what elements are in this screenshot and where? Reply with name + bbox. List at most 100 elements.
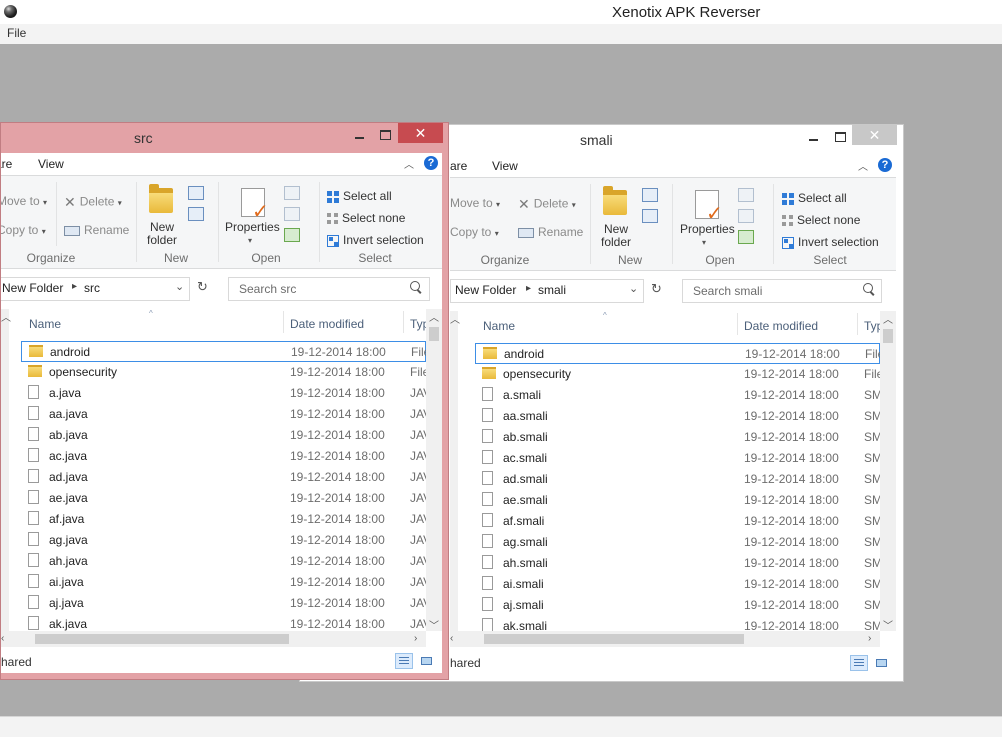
address-dropdown-icon[interactable]: ⌄ [175,280,184,293]
list-item[interactable]: android 19-12-2014 18:00 File [21,341,426,362]
list-item[interactable]: android 19-12-2014 18:00 File [475,343,880,364]
list-item[interactable]: aa.java 19-12-2014 18:00 JAV [21,404,426,425]
move-to-button[interactable]: Move to ▾ [1,194,47,208]
select-all-button[interactable]: Select all [782,191,847,205]
list-item[interactable]: aj.java 19-12-2014 18:00 JAV [21,593,426,614]
list-item[interactable]: ad.smali 19-12-2014 18:00 SM [475,469,880,490]
copy-to-button[interactable]: Copy to ▾ [450,225,499,239]
scroll-right-icon[interactable]: › [868,633,871,644]
breadcrumb-current[interactable]: smali [538,283,566,297]
large-icons-view-button[interactable] [417,653,435,669]
scroll-down-icon[interactable]: ﹀ [883,617,893,632]
invert-selection-button[interactable]: Invert selection [327,233,424,247]
column-separator[interactable] [283,311,284,333]
list-item[interactable]: ah.smali 19-12-2014 18:00 SM [475,553,880,574]
properties-dropdown-icon[interactable]: ▾ [702,238,706,247]
list-item[interactable]: ah.java 19-12-2014 18:00 JAV [21,551,426,572]
breadcrumb-current[interactable]: src [84,281,100,295]
list-item[interactable]: opensecurity 19-12-2014 18:00 File [475,364,880,385]
list-item[interactable]: ae.smali 19-12-2014 18:00 SM [475,490,880,511]
address-dropdown-icon[interactable]: ⌄ [629,282,638,295]
list-item[interactable]: af.java 19-12-2014 18:00 JAV [21,509,426,530]
easy-access-icon[interactable] [642,209,658,223]
menu-file[interactable]: File [7,26,26,40]
scroll-left-icon[interactable]: ‹ [1,633,4,644]
easy-access-icon[interactable] [188,207,204,221]
column-separator[interactable] [737,313,738,335]
column-header-name[interactable]: Name [483,319,515,333]
close-button[interactable]: ✕ [852,125,897,145]
list-item[interactable]: af.smali 19-12-2014 18:00 SM [475,511,880,532]
maximize-button[interactable] [372,125,398,145]
scroll-up-icon[interactable]: ︿ [429,309,439,324]
refresh-icon[interactable]: ↻ [197,279,208,295]
breadcrumb-arrow-icon[interactable]: ▸ [526,283,531,294]
list-item[interactable]: ai.smali 19-12-2014 18:00 SM [475,574,880,595]
close-button[interactable]: ✕ [398,123,443,143]
scroll-down-icon[interactable]: ﹀ [429,617,439,632]
list-item[interactable]: ac.java 19-12-2014 18:00 JAV [21,446,426,467]
minimize-button[interactable] [346,125,372,145]
rename-button[interactable]: Rename [518,225,583,239]
new-item-icon[interactable] [642,188,658,202]
tab-view[interactable]: View [492,159,518,173]
refresh-icon[interactable]: ↻ [651,281,662,297]
list-item[interactable]: opensecurity 19-12-2014 18:00 File [21,362,426,383]
maximize-button[interactable] [827,127,853,147]
scroll-left-icon[interactable]: ‹ [450,633,453,644]
address-bar[interactable]: New Folder ▸ src ⌄ [1,277,190,301]
list-item[interactable]: ae.java 19-12-2014 18:00 JAV [21,488,426,509]
edit-icon[interactable] [284,207,300,221]
details-view-button[interactable] [395,653,413,669]
column-header-date[interactable]: Date modified [744,319,818,333]
nav-scroll-up-icon[interactable]: ︿ [450,311,460,326]
delete-button[interactable]: ✕ Delete ▾ [518,196,576,213]
properties-button[interactable]: Properties [680,222,735,236]
delete-button[interactable]: ✕ Delete ▾ [64,194,122,211]
app-orb-icon[interactable] [4,5,17,18]
scroll-up-icon[interactable]: ︿ [883,311,893,326]
open-icon[interactable] [284,186,300,200]
scroll-right-icon[interactable]: › [414,633,417,644]
list-item[interactable]: ai.java 19-12-2014 18:00 JAV [21,572,426,593]
scrollbar-thumb[interactable] [429,327,439,341]
address-bar[interactable]: New Folder ▸ smali ⌄ [450,279,644,303]
history-icon[interactable] [738,230,754,244]
vertical-scrollbar[interactable]: ︿ ﹀ [880,311,896,632]
vertical-scrollbar[interactable]: ︿ ﹀ [426,309,442,632]
column-separator[interactable] [857,313,858,335]
rename-button[interactable]: Rename [64,223,129,237]
list-item[interactable]: ag.java 19-12-2014 18:00 JAV [21,530,426,551]
list-item[interactable]: a.smali 19-12-2014 18:00 SM [475,385,880,406]
scrollbar-thumb[interactable] [35,634,289,644]
edit-icon[interactable] [738,209,754,223]
move-to-button[interactable]: Move to ▾ [450,196,500,210]
tab-view[interactable]: View [38,157,64,171]
list-item[interactable]: aj.smali 19-12-2014 18:00 SM [475,595,880,616]
column-header-date[interactable]: Date modified [290,317,364,331]
new-folder-button[interactable]: New folder [146,221,178,247]
scrollbar-thumb[interactable] [883,329,893,343]
large-icons-view-button[interactable] [872,655,890,671]
new-item-icon[interactable] [188,186,204,200]
nav-scroll-up-icon[interactable]: ︿ [1,309,11,324]
properties-button[interactable]: Properties [225,220,280,234]
new-folder-button[interactable]: New folder [600,223,632,249]
list-item[interactable]: ac.smali 19-12-2014 18:00 SM [475,448,880,469]
breadcrumb-parent[interactable]: New Folder [455,283,516,297]
tab-share[interactable]: are [1,157,12,171]
open-icon[interactable] [738,188,754,202]
horizontal-scrollbar[interactable]: ‹ › [450,631,880,647]
column-header-name[interactable]: Name [29,317,61,331]
search-input[interactable] [237,281,391,297]
breadcrumb-arrow-icon[interactable]: ▸ [72,281,77,292]
scrollbar-thumb[interactable] [484,634,744,644]
help-icon[interactable]: ? [424,156,438,170]
column-separator[interactable] [403,311,404,333]
horizontal-scrollbar[interactable]: ‹ › [1,631,426,647]
select-none-button[interactable]: Select none [327,211,405,225]
copy-to-button[interactable]: Copy to ▾ [1,223,46,237]
ribbon-collapse-icon[interactable]: ︿ [404,156,414,171]
list-item[interactable]: ab.java 19-12-2014 18:00 JAV [21,425,426,446]
ribbon-collapse-icon[interactable]: ︿ [858,158,868,173]
